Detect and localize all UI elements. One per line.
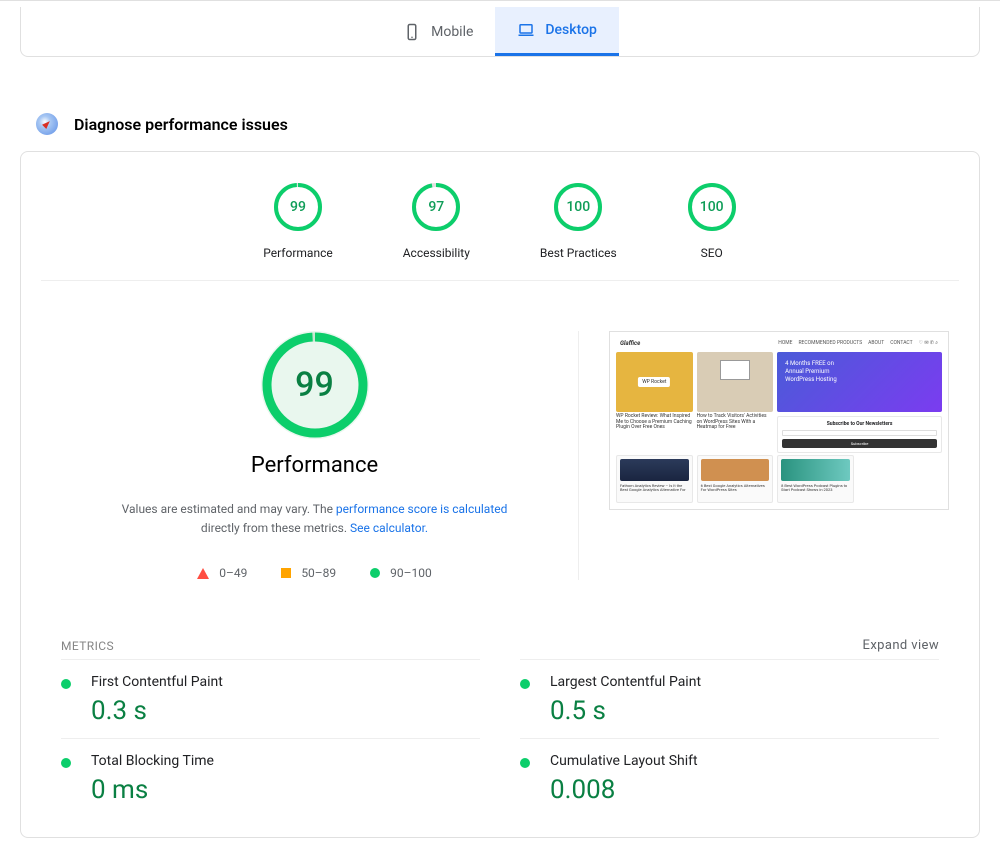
- metric-name: Cumulative Layout Shift: [550, 753, 939, 769]
- gauge-value: 100: [687, 182, 737, 232]
- metric-cls: Cumulative Layout Shift 0.008: [520, 738, 939, 817]
- compass-icon: [36, 113, 58, 135]
- section-header: Diagnose performance issues: [0, 77, 1000, 151]
- triangle-icon: [197, 568, 209, 579]
- gauge-value: 97: [411, 182, 461, 232]
- gauge-label: SEO: [687, 246, 737, 260]
- gauge-performance[interactable]: 99 Performance: [263, 182, 332, 260]
- performance-title: Performance: [251, 453, 378, 478]
- status-dot-icon: [520, 758, 530, 768]
- circle-icon: [370, 568, 380, 578]
- metric-value: 0.5 s: [550, 696, 939, 726]
- metric-value: 0 ms: [91, 775, 480, 805]
- gauge-best-practices[interactable]: 100 Best Practices: [540, 182, 617, 260]
- legend-high: 90–100: [370, 566, 432, 580]
- metric-lcp: Largest Contentful Paint 0.5 s: [520, 659, 939, 738]
- gauge-label: Accessibility: [403, 246, 470, 260]
- device-tabs: Mobile Desktop: [21, 7, 979, 56]
- report-card: 99 Performance 97 Accessibility 100 Best…: [20, 151, 980, 838]
- calc-link[interactable]: performance score is calculated: [336, 502, 507, 516]
- big-score-value: 99: [261, 331, 369, 439]
- status-dot-icon: [520, 679, 530, 689]
- metric-value: 0.008: [550, 775, 939, 805]
- performance-description: Values are estimated and may vary. The p…: [115, 500, 515, 538]
- metric-name: Total Blocking Time: [91, 753, 480, 769]
- metrics-grid: First Contentful Paint 0.3 s Largest Con…: [21, 659, 979, 837]
- tab-label: Desktop: [545, 22, 596, 38]
- metric-name: Largest Contentful Paint: [550, 674, 939, 690]
- page-screenshot: Glaffice HOME RECOMMENDED PRODUCTS ABOUT…: [609, 331, 949, 510]
- metric-value: 0.3 s: [91, 696, 480, 726]
- gauge-seo[interactable]: 100 SEO: [687, 182, 737, 260]
- metric-name: First Contentful Paint: [91, 674, 480, 690]
- performance-summary: 99 Performance Values are estimated and …: [51, 331, 579, 580]
- metrics-heading: METRICS: [61, 639, 114, 653]
- metric-tbt: Total Blocking Time 0 ms: [61, 738, 480, 817]
- expand-view-toggle[interactable]: Expand view: [863, 638, 939, 653]
- laptop-icon: [517, 21, 535, 39]
- gauge-value: 99: [273, 182, 323, 232]
- category-gauges: 99 Performance 97 Accessibility 100 Best…: [41, 182, 959, 281]
- see-calculator-link[interactable]: See calculator.: [350, 521, 428, 535]
- tab-mobile[interactable]: Mobile: [381, 7, 495, 56]
- smartphone-icon: [403, 23, 421, 41]
- gauge-label: Best Practices: [540, 246, 617, 260]
- square-icon: [281, 568, 291, 578]
- big-score-ring: 99: [261, 331, 369, 439]
- page-title: Diagnose performance issues: [74, 115, 288, 134]
- metric-fcp: First Contentful Paint 0.3 s: [61, 659, 480, 738]
- gauge-value: 100: [553, 182, 603, 232]
- gauge-label: Performance: [263, 246, 332, 260]
- status-dot-icon: [61, 679, 71, 689]
- status-dot-icon: [61, 758, 71, 768]
- tab-label: Mobile: [431, 24, 473, 40]
- score-legend: 0–49 50–89 90–100: [197, 566, 432, 580]
- gauge-accessibility[interactable]: 97 Accessibility: [403, 182, 470, 260]
- legend-low: 0–49: [197, 566, 247, 580]
- legend-mid: 50–89: [281, 566, 336, 580]
- tab-desktop[interactable]: Desktop: [495, 7, 618, 56]
